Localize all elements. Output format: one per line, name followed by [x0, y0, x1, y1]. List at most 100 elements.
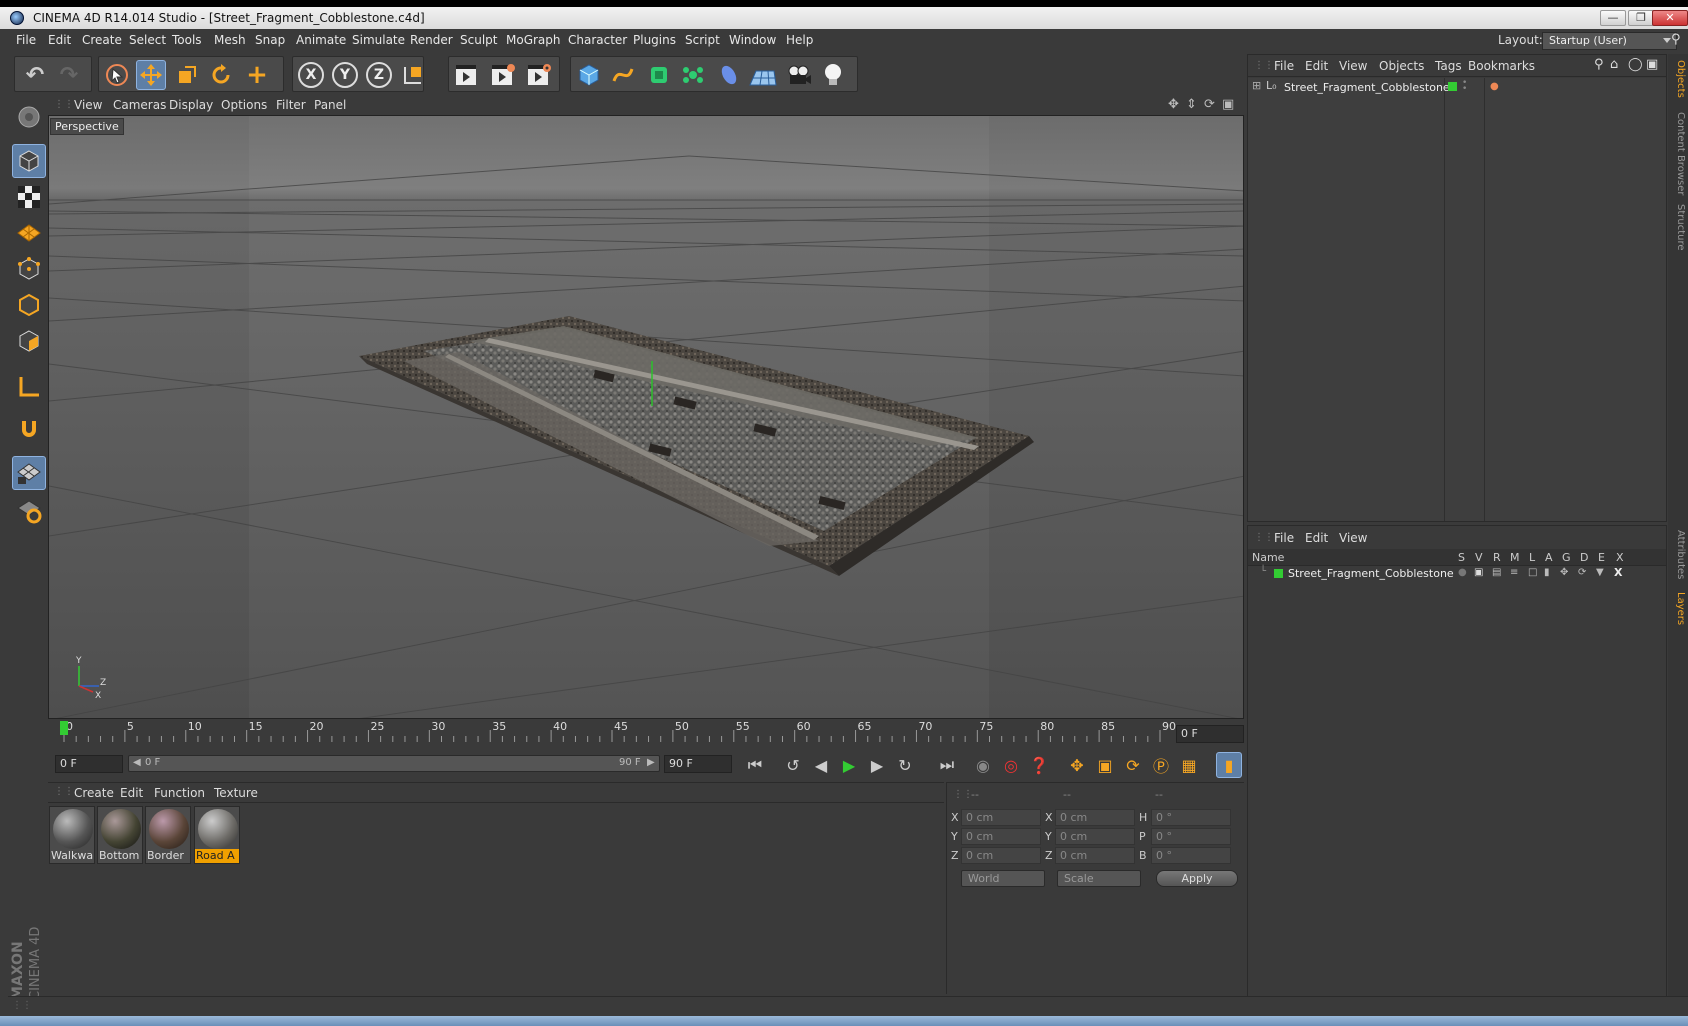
viewport-menu-options[interactable]: Options — [221, 98, 267, 112]
menu-create[interactable]: Create — [82, 33, 122, 47]
size-y-field[interactable]: 0 cm — [1055, 828, 1135, 845]
search-icon[interactable]: ⚲ — [1671, 32, 1681, 47]
deformer-toggle-icon[interactable]: ⟳ — [1578, 567, 1586, 578]
play-icon[interactable]: ▶ — [836, 752, 862, 778]
current-frame-field[interactable]: 0 F — [1176, 725, 1244, 743]
tag-icon[interactable]: ● — [1490, 81, 1499, 92]
tab-content-browser[interactable]: Content Browser — [1670, 112, 1686, 195]
menu-file[interactable]: File — [16, 33, 36, 47]
material-swatch[interactable]: Road A — [194, 806, 240, 864]
menu-snap[interactable]: Snap — [255, 33, 285, 47]
undo-icon[interactable]: ↶ — [20, 60, 50, 90]
playhead-marker[interactable] — [60, 721, 68, 735]
rot-h-field[interactable]: 0 ° — [1151, 809, 1231, 826]
z-axis-icon[interactable]: Z — [364, 60, 394, 90]
key-scale-icon[interactable]: ▣ — [1092, 752, 1118, 778]
axis-mode-icon[interactable] — [12, 370, 46, 404]
grip-icon[interactable]: ⋮⋮ — [953, 789, 973, 800]
rot-p-field[interactable]: 0 ° — [1151, 828, 1231, 845]
next-frame-icon[interactable]: ▶ — [864, 752, 890, 778]
scale-icon[interactable] — [172, 60, 202, 90]
new-window-icon[interactable]: ▣ — [1646, 57, 1658, 72]
goto-end-icon[interactable]: ⏭ — [934, 752, 960, 778]
apply-button[interactable]: Apply — [1156, 870, 1238, 887]
close-icon[interactable]: ✕ — [1652, 10, 1688, 26]
menu-sculpt[interactable]: Sculpt — [460, 33, 497, 47]
live-selection-icon[interactable] — [102, 60, 132, 90]
floor-icon[interactable] — [748, 60, 778, 90]
menu-tools[interactable]: Tools — [172, 33, 202, 47]
column-expressions[interactable]: E — [1598, 551, 1605, 564]
column-generators[interactable]: G — [1562, 551, 1571, 564]
key-parameter-icon[interactable]: Ⓟ — [1148, 752, 1174, 778]
render-view-icon[interactable] — [452, 60, 482, 90]
material-swatch[interactable]: Border — [145, 806, 191, 864]
menu-animate[interactable]: Animate — [296, 33, 346, 47]
record-keys-icon[interactable]: ◉ — [970, 752, 996, 778]
search-icon[interactable]: ⚲ — [1594, 57, 1604, 72]
grip-icon[interactable]: ⋮⋮ — [54, 99, 74, 110]
visibility-dots-icon[interactable]: • • — [1462, 79, 1467, 94]
home-icon[interactable]: ⌂ — [1610, 57, 1618, 72]
menu-render[interactable]: Render — [410, 33, 453, 47]
animation-toggle-icon[interactable]: ▮ — [1544, 567, 1550, 578]
end-frame-field[interactable]: 90 F — [664, 755, 732, 773]
material-menu-create[interactable]: Create — [74, 786, 114, 800]
layer-menu-file[interactable]: File — [1274, 531, 1294, 545]
generator-toggle-icon[interactable]: ✥ — [1560, 567, 1568, 578]
rotate-view-icon[interactable]: ⟳ — [1204, 97, 1215, 112]
object-menu-view[interactable]: View — [1339, 59, 1367, 73]
redo-icon[interactable]: ↷ — [54, 60, 84, 90]
key-rotation-icon[interactable]: ⟳ — [1120, 752, 1146, 778]
restore-icon[interactable]: ❐ — [1628, 10, 1654, 26]
layer-menu-edit[interactable]: Edit — [1305, 531, 1328, 545]
grip-icon[interactable]: ⋮⋮ — [12, 1000, 32, 1011]
layer-row[interactable]: └ Street_Fragment_Cobblestone ● ▣ ▤ ≡ □ … — [1248, 566, 1666, 582]
key-position-icon[interactable]: ✥ — [1064, 752, 1090, 778]
menu-character[interactable]: Character — [568, 33, 627, 47]
menu-edit[interactable]: Edit — [48, 33, 71, 47]
deformer-icon[interactable] — [714, 60, 744, 90]
grip-icon[interactable]: ⋮⋮ — [1254, 60, 1274, 71]
minimize-icon[interactable]: — — [1600, 10, 1626, 26]
coordinate-mode-dropdown[interactable]: World — [961, 870, 1045, 887]
grip-icon[interactable]: ⋮⋮ — [54, 786, 74, 797]
help-keyframe-icon[interactable]: ❓ — [1026, 752, 1052, 778]
camera-icon[interactable] — [784, 60, 814, 90]
object-menu-objects[interactable]: Objects — [1379, 59, 1424, 73]
material-menu-edit[interactable]: Edit — [120, 786, 143, 800]
goto-previous-key-icon[interactable]: ↺ — [780, 752, 806, 778]
solo-toggle-icon[interactable]: ● — [1458, 567, 1467, 578]
material-menu-function[interactable]: Function — [154, 786, 205, 800]
points-mode-icon[interactable] — [12, 252, 46, 286]
object-menu-tags[interactable]: Tags — [1435, 59, 1462, 73]
texture-mode-icon[interactable] — [12, 180, 46, 214]
model-mode-icon[interactable] — [12, 144, 46, 178]
y-axis-icon[interactable]: Y — [330, 60, 360, 90]
object-menu-file[interactable]: File — [1274, 59, 1294, 73]
soft-selection-icon[interactable] — [12, 494, 46, 528]
menu-simulate[interactable]: Simulate — [352, 33, 405, 47]
workplane-mode-icon[interactable] — [12, 216, 46, 250]
collapse-icon[interactable]: ◯ — [1628, 57, 1643, 72]
lock-toggle-icon[interactable]: □ — [1528, 567, 1537, 578]
viewport-menu-view[interactable]: View — [74, 98, 102, 112]
pos-z-field[interactable]: 0 cm — [961, 847, 1041, 864]
size-x-field[interactable]: 0 cm — [1055, 809, 1135, 826]
layer-menu-view[interactable]: View — [1339, 531, 1367, 545]
view-toggle-icon[interactable]: ▣ — [1474, 567, 1483, 578]
column-locked[interactable]: L — [1529, 551, 1535, 564]
menu-select[interactable]: Select — [129, 33, 166, 47]
object-menu-bookmarks[interactable]: Bookmarks — [1468, 59, 1535, 73]
nurbs-icon[interactable] — [644, 60, 674, 90]
edges-mode-icon[interactable] — [12, 288, 46, 322]
polygons-mode-icon[interactable] — [12, 324, 46, 358]
tab-layers[interactable]: Layers — [1670, 592, 1686, 625]
column-view[interactable]: V — [1475, 551, 1483, 564]
frame-range-slider[interactable]: ◀ 0 F 90 F ▶ — [128, 755, 660, 772]
column-xrefs[interactable]: X — [1616, 551, 1624, 564]
column-solo[interactable]: S — [1458, 551, 1465, 564]
rot-b-field[interactable]: 0 ° — [1151, 847, 1231, 864]
tab-attributes[interactable]: Attributes — [1670, 530, 1686, 579]
snap-magnet-icon[interactable] — [12, 412, 46, 446]
